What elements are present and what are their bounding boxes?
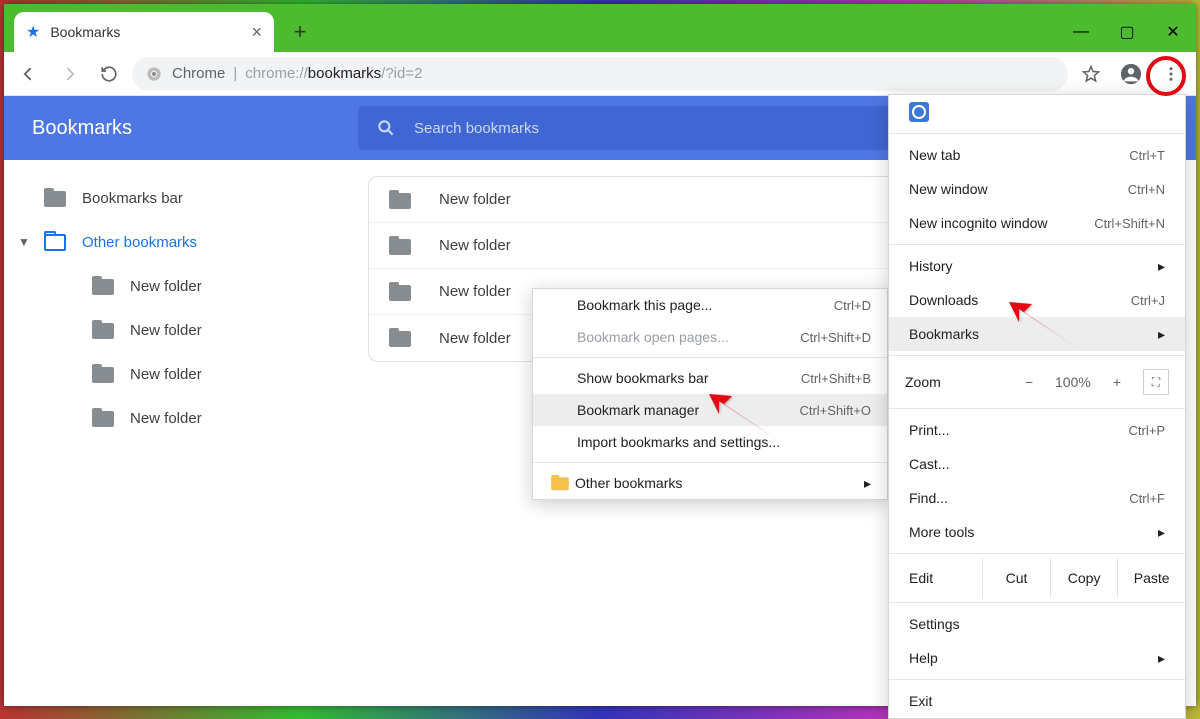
menu-extension-icon[interactable] (889, 95, 1185, 129)
page-title: Bookmarks (4, 96, 344, 160)
menu-cast[interactable]: Cast... (889, 447, 1185, 481)
zoom-value: 100% (1055, 374, 1091, 390)
cut-button[interactable]: Cut (983, 558, 1051, 598)
zoom-in-button[interactable]: + (1113, 374, 1121, 390)
titlebar: ★ Bookmarks × + — ▢ ✕ (4, 4, 1196, 52)
fullscreen-button[interactable]: ⛶ (1143, 369, 1169, 395)
window-controls: — ▢ ✕ (1058, 12, 1196, 52)
list-item-label: New folder (439, 283, 511, 300)
sidebar-item-label: New folder (130, 366, 202, 383)
menu-bookmark-open-pages: Bookmark open pages... Ctrl+Shift+D (533, 321, 887, 353)
folder-icon (92, 365, 114, 383)
maximize-button[interactable]: ▢ (1104, 12, 1150, 52)
menu-more-tools[interactable]: More tools▸ (889, 515, 1185, 549)
menu-downloads[interactable]: DownloadsCtrl+J (889, 283, 1185, 317)
list-item-label: New folder (439, 191, 511, 208)
menu-settings[interactable]: Settings (889, 607, 1185, 641)
sidebar-item-label: New folder (130, 322, 202, 339)
forward-button[interactable] (52, 57, 86, 91)
search-input[interactable] (414, 120, 880, 137)
reload-button[interactable] (92, 57, 126, 91)
chevron-right-icon: ▸ (1158, 650, 1165, 667)
menu-print[interactable]: Print...Ctrl+P (889, 413, 1185, 447)
list-item-label: New folder (439, 237, 511, 254)
favorite-star-button[interactable] (1074, 57, 1108, 91)
edit-label: Edit (889, 558, 983, 598)
address-bar[interactable]: Chrome | chrome://bookmarks/?id=2 (132, 57, 1068, 91)
menu-show-bookmarks-bar[interactable]: Show bookmarks bar Ctrl+Shift+B (533, 362, 887, 394)
folder-icon (92, 409, 114, 427)
menu-new-window[interactable]: New windowCtrl+N (889, 172, 1185, 206)
chromium-icon (909, 102, 929, 122)
list-item-label: New folder (439, 330, 511, 347)
sidebar-item-label: Bookmarks bar (82, 190, 183, 207)
chrome-icon (146, 66, 162, 82)
menu-help[interactable]: Help▸ (889, 641, 1185, 675)
menu-separator (533, 462, 887, 463)
paste-button[interactable]: Paste (1118, 558, 1185, 598)
back-button[interactable] (12, 57, 46, 91)
close-tab-icon[interactable]: × (251, 22, 262, 43)
menu-edit-row: Edit Cut Copy Paste (889, 558, 1185, 598)
copy-button[interactable]: Copy (1051, 558, 1119, 598)
browser-window: ★ Bookmarks × + — ▢ ✕ Chrome | chrome://… (4, 4, 1196, 706)
folder-icon (389, 191, 411, 209)
folder-open-icon (44, 233, 66, 251)
menu-other-bookmarks[interactable]: Other bookmarks ▸ (533, 467, 887, 499)
folder-icon (389, 329, 411, 347)
zoom-out-button[interactable]: − (1025, 374, 1033, 390)
bookmarks-submenu: Bookmark this page... Ctrl+D Bookmark op… (532, 288, 888, 500)
menu-find[interactable]: Find...Ctrl+F (889, 481, 1185, 515)
menu-new-tab[interactable]: New tabCtrl+T (889, 138, 1185, 172)
kebab-menu-button[interactable] (1154, 57, 1188, 91)
menu-bookmarks[interactable]: Bookmarks▸ (889, 317, 1185, 351)
sidebar-item-folder[interactable]: New folder (4, 396, 344, 440)
bookmark-star-icon: ★ (26, 22, 40, 42)
menu-bookmark-this-page[interactable]: Bookmark this page... Ctrl+D (533, 289, 887, 321)
menu-exit[interactable]: Exit (889, 684, 1185, 718)
sidebar-item-bookmarks-bar[interactable]: Bookmarks bar (4, 176, 344, 220)
zoom-label: Zoom (905, 374, 941, 390)
sidebar-item-label: Other bookmarks (82, 234, 197, 251)
chevron-right-icon: ▸ (864, 475, 871, 492)
sidebar-item-label: New folder (130, 278, 202, 295)
chevron-right-icon: ▸ (1158, 524, 1165, 541)
sidebar-item-label: New folder (130, 410, 202, 427)
folder-icon (389, 283, 411, 301)
address-scheme: Chrome (172, 65, 225, 82)
close-window-button[interactable]: ✕ (1150, 12, 1196, 52)
sidebar-item-folder[interactable]: New folder (4, 308, 344, 352)
list-item[interactable]: New folder (369, 177, 927, 223)
folder-icon (92, 277, 114, 295)
sidebar: Bookmarks bar ▼ Other bookmarks New fold… (4, 160, 344, 440)
sidebar-item-other-bookmarks[interactable]: ▼ Other bookmarks (4, 220, 344, 264)
menu-new-incognito[interactable]: New incognito windowCtrl+Shift+N (889, 206, 1185, 240)
menu-history[interactable]: History▸ (889, 249, 1185, 283)
search-box[interactable] (358, 106, 898, 150)
search-icon (376, 118, 396, 138)
sidebar-item-folder[interactable]: New folder (4, 352, 344, 396)
chevron-right-icon: ▸ (1158, 326, 1165, 343)
chevron-down-icon[interactable]: ▼ (4, 235, 44, 249)
chevron-right-icon: ▸ (1158, 258, 1165, 275)
new-tab-button[interactable]: + (284, 16, 316, 48)
menu-import-bookmarks[interactable]: Import bookmarks and settings... (533, 426, 887, 458)
menu-bookmark-manager[interactable]: Bookmark manager Ctrl+Shift+O (533, 394, 887, 426)
folder-icon (389, 237, 411, 255)
address-url: chrome://bookmarks/?id=2 (245, 65, 422, 82)
tab-title: Bookmarks (50, 24, 251, 40)
menu-separator (533, 357, 887, 358)
folder-icon (44, 189, 66, 207)
toolbar: Chrome | chrome://bookmarks/?id=2 (4, 52, 1196, 96)
minimize-button[interactable]: — (1058, 12, 1104, 52)
main-menu: New tabCtrl+T New windowCtrl+N New incog… (888, 94, 1186, 719)
folder-icon (551, 476, 569, 490)
folder-icon (92, 321, 114, 339)
menu-zoom-row: Zoom − 100% + ⛶ (889, 360, 1185, 404)
list-item[interactable]: New folder (369, 223, 927, 269)
sidebar-item-folder[interactable]: New folder (4, 264, 344, 308)
browser-tab[interactable]: ★ Bookmarks × (14, 12, 274, 52)
profile-button[interactable] (1114, 57, 1148, 91)
